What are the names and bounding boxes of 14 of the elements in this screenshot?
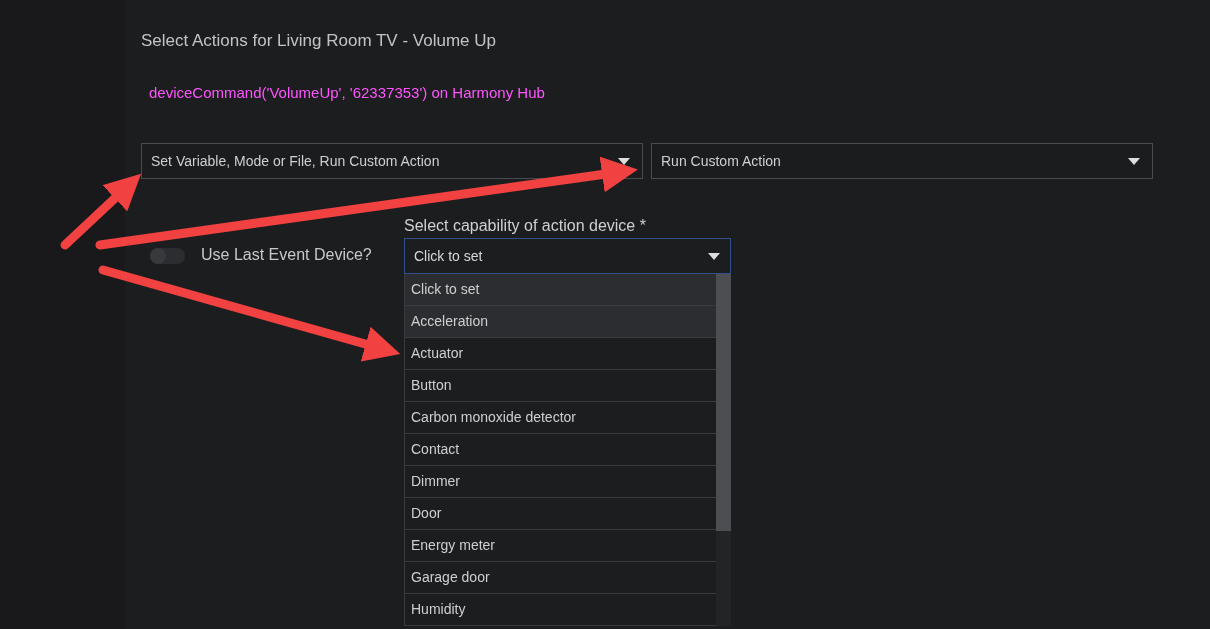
action-dropdown[interactable]: Set Variable, Mode or File, Run Custom Action xyxy=(141,143,643,179)
caret-icon xyxy=(1128,157,1140,165)
field-label: Select capability of action device * xyxy=(404,217,647,236)
caret-icon xyxy=(708,252,720,260)
caret-icon xyxy=(618,157,630,165)
action-dropdown[interactable]: Run Custom Action xyxy=(651,143,1153,179)
dropdown-option[interactable]: Acceleration xyxy=(405,306,716,338)
page-title: Select Actions for Living Room TV - Volume Up xyxy=(141,31,497,51)
toggle-label: Use Last Event Device? xyxy=(201,246,373,264)
capability-dropdown[interactable]: Click to set xyxy=(404,238,731,274)
device-command-text: deviceCommand('VolumeUp', '62337353') on Harmony Hub xyxy=(149,84,546,101)
scrollbar[interactable] xyxy=(716,274,731,626)
toggle-switch[interactable] xyxy=(150,248,185,264)
dropdown-option[interactable]: Click to set xyxy=(405,274,716,306)
